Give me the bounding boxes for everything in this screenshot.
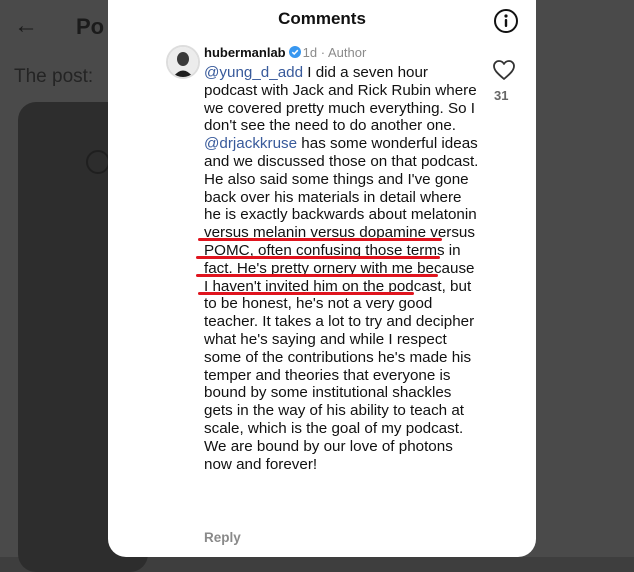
background-circle-icon xyxy=(86,150,110,174)
mention-link[interactable]: @drjackkruse xyxy=(204,135,297,152)
heart-icon[interactable] xyxy=(492,59,516,81)
meta-separator: · xyxy=(320,45,326,60)
avatar-image xyxy=(168,47,198,77)
annotation-underline xyxy=(196,256,440,259)
mention-link[interactable]: @yung_d_add xyxy=(204,64,303,81)
comment-meta: hubermanlab 1d · Author xyxy=(204,45,366,60)
comment-text-part: has some wonderful ideas and we discusse… xyxy=(204,135,479,473)
annotation-underline xyxy=(196,274,438,277)
verified-badge-icon xyxy=(288,46,301,58)
avatar[interactable] xyxy=(166,45,200,79)
sheet-header: Comments xyxy=(108,0,536,40)
comments-sheet: Comments hubermanlab 1d · Author @yung_d_… xyxy=(108,0,536,557)
comment-username[interactable]: hubermanlab xyxy=(204,45,286,60)
background-title: Po xyxy=(76,14,105,39)
background-post-label: The post: xyxy=(14,66,94,87)
sheet-title: Comments xyxy=(278,9,366,28)
annotation-underline xyxy=(198,292,414,295)
comment-age: 1d xyxy=(302,45,318,60)
annotation-underline xyxy=(198,238,442,241)
comment-body: @yung_d_add I did a seven hour podcast w… xyxy=(204,64,482,473)
like-count: 31 xyxy=(494,88,509,103)
back-arrow-icon[interactable]: ← xyxy=(14,12,38,40)
author-badge: Author xyxy=(327,45,367,60)
info-circle-icon[interactable] xyxy=(493,8,519,34)
reply-button[interactable]: Reply xyxy=(204,530,241,545)
